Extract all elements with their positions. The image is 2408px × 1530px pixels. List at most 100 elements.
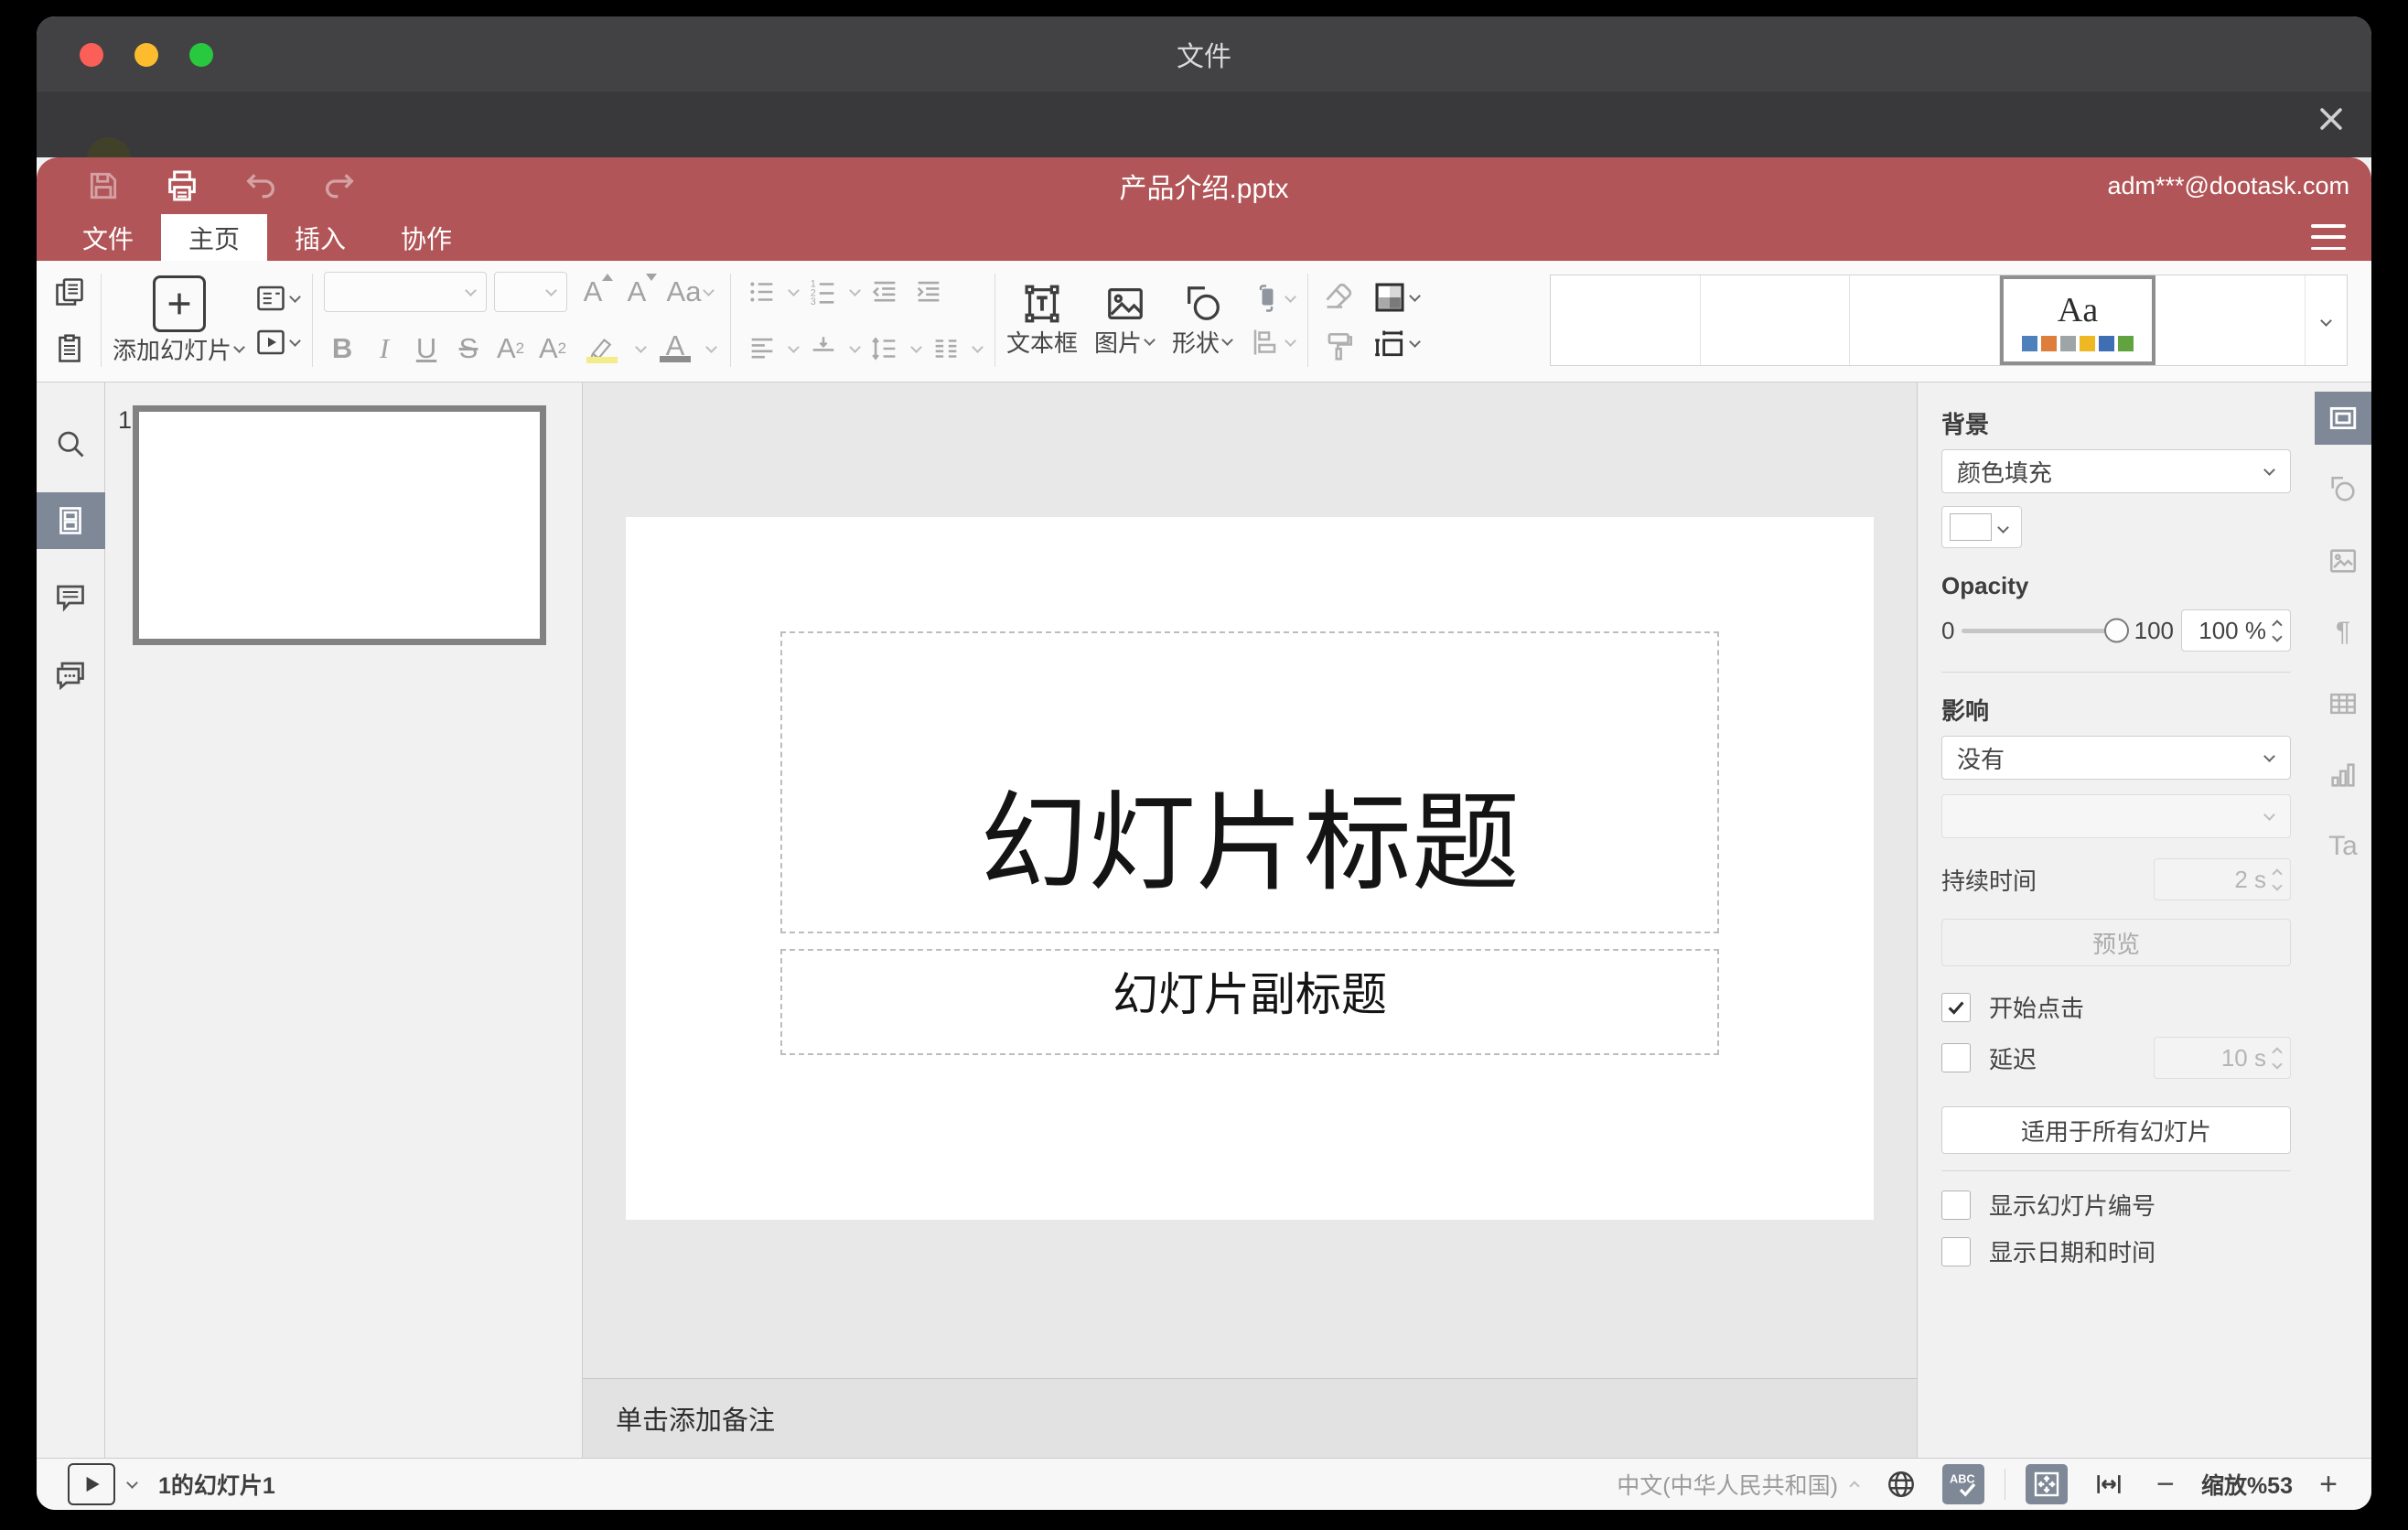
decrease-font-button[interactable]: A [618,272,658,312]
fit-to-width-button[interactable] [2088,1464,2130,1504]
align-shapes-button[interactable] [1250,326,1296,359]
delay-spinner[interactable]: 10 s [2154,1037,2291,1079]
close-traffic-light[interactable] [80,43,103,67]
font-name-select[interactable] [324,272,488,312]
subscript-button[interactable]: A2 [534,329,571,369]
slide[interactable]: 幻灯片标题 幻灯片副标题 [626,517,1874,1220]
preview-options-chevron[interactable] [126,1477,138,1489]
image-settings-button[interactable] [2315,534,2371,587]
superscript-button[interactable]: A2 [492,329,529,369]
opacity-decrease[interactable] [2272,630,2283,642]
save-button[interactable] [84,167,123,205]
start-slideshow-button[interactable] [254,326,301,359]
opacity-increase[interactable] [2272,619,2283,630]
add-slide-button[interactable]: 添加幻灯片 [113,274,245,368]
copy-style-button[interactable] [1319,326,1360,366]
show-date-time-checkbox[interactable] [1941,1236,1971,1266]
delay-increase[interactable] [2272,1046,2283,1058]
chat-button[interactable] [37,646,105,703]
theme-gallery-expand-button[interactable] [2304,275,2347,365]
delay-checkbox[interactable] [1941,1043,1971,1072]
horizontal-align-button[interactable] [742,329,782,369]
insert-textbox-button[interactable]: 文本框 [1006,281,1078,361]
duration-increase[interactable] [2272,867,2283,879]
increase-indent-button[interactable] [908,272,949,312]
slide-fill-button[interactable] [1372,280,1421,315]
insert-image-button[interactable]: 图片 [1094,281,1156,361]
font-color-button[interactable]: A [652,329,698,369]
background-fill-select[interactable]: 颜色填充 [1941,449,2291,493]
slide-settings-button[interactable] [2315,392,2371,445]
comments-button[interactable] [37,569,105,626]
increase-font-button[interactable]: A [575,272,614,312]
theme-option-5[interactable] [2155,275,2305,365]
paste-button[interactable] [49,329,90,369]
apply-to-all-slides-button[interactable]: 适用于所有幻灯片 [1941,1106,2291,1154]
notes-area[interactable]: 单击添加备注 [583,1378,1917,1458]
theme-option-2[interactable] [1701,275,1851,365]
slide-size-button[interactable] [1372,326,1421,361]
undo-button[interactable] [242,167,280,205]
title-placeholder[interactable]: 幻灯片标题 [780,631,1719,933]
document-language-button[interactable] [1880,1464,1922,1504]
maximize-traffic-light[interactable] [189,43,213,67]
highlight-color-button[interactable] [576,329,628,369]
theme-option-selected[interactable]: Aa [1999,275,2156,365]
line-spacing-button[interactable] [865,329,905,369]
menu-toggle-button[interactable] [2311,224,2346,250]
chart-settings-button[interactable] [2315,749,2371,802]
arrange-shapes-button[interactable] [1250,282,1296,315]
subtitle-placeholder[interactable]: 幻灯片副标题 [780,949,1719,1055]
columns-button[interactable] [926,329,966,369]
textart-settings-button[interactable]: Ta [2315,820,2371,873]
effect-variant-select[interactable] [1941,794,2291,838]
start-preview-button[interactable] [68,1463,115,1505]
effect-select[interactable]: 没有 [1941,736,2291,780]
preview-button[interactable]: 预览 [1941,919,2291,966]
spellcheck-button[interactable]: ABC [1941,1464,1984,1504]
bold-button[interactable]: B [324,329,360,369]
tab-insert[interactable]: 插入 [267,214,373,261]
opacity-slider[interactable] [1962,618,2129,643]
table-settings-button[interactable] [2315,677,2371,730]
insert-shape-button[interactable]: 形状 [1172,281,1233,361]
tab-collaboration[interactable]: 协作 [373,214,479,261]
paragraph-settings-button[interactable]: ¶ [2315,606,2371,659]
slide-thumbnail[interactable] [133,405,546,645]
tab-home[interactable]: 主页 [161,214,268,261]
clear-style-button[interactable] [1319,275,1360,315]
zoom-out-button[interactable]: − [2150,1467,2181,1503]
close-overlay-button[interactable] [2311,99,2351,139]
opacity-value-spinner[interactable]: 100 % [2181,609,2291,652]
zoom-level-label[interactable]: 缩放%53 [2201,1468,2293,1501]
opacity-slider-thumb[interactable] [2103,618,2129,643]
find-button[interactable] [37,415,105,472]
minimize-traffic-light[interactable] [134,43,158,67]
fit-to-slide-button[interactable] [2025,1464,2068,1504]
slides-panel-button[interactable] [37,492,105,549]
decrease-indent-button[interactable] [865,272,905,312]
duration-spinner[interactable]: 2 s [2154,858,2291,900]
slide-canvas[interactable]: 幻灯片标题 幻灯片副标题 [583,382,1917,1378]
background-color-picker[interactable] [1941,506,2022,548]
theme-option-3[interactable] [1850,275,2000,365]
theme-option-1[interactable] [1551,275,1701,365]
underline-button[interactable]: U [408,329,445,369]
strikethrough-button[interactable]: S [450,329,487,369]
print-button[interactable] [163,167,201,205]
italic-button[interactable]: I [366,329,403,369]
tab-file[interactable]: 文件 [55,214,161,261]
duration-decrease[interactable] [2272,879,2283,891]
font-size-select[interactable] [494,272,568,312]
language-selector[interactable]: 中文(中华人民共和国) [1617,1468,1860,1501]
shape-settings-button[interactable] [2315,463,2371,516]
bullet-list-button[interactable] [742,272,782,312]
change-case-button[interactable]: Aa [662,272,719,312]
zoom-in-button[interactable]: + [2313,1467,2344,1503]
start-on-click-checkbox[interactable] [1941,992,1971,1022]
copy-button[interactable] [49,272,90,312]
delay-decrease[interactable] [2272,1058,2283,1070]
change-layout-button[interactable] [254,282,301,315]
numbered-list-button[interactable]: 123 [803,272,844,312]
redo-button[interactable] [320,167,359,205]
